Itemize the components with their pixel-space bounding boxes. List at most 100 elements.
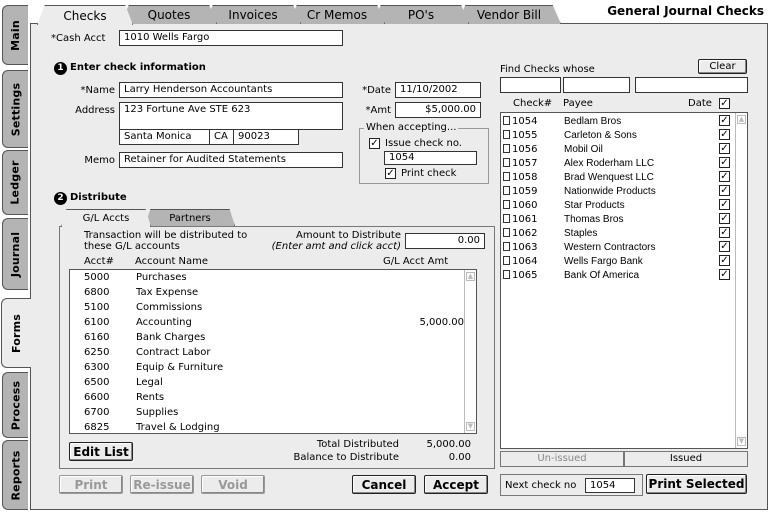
print-selected-button[interactable]: Print Selected [646,474,747,494]
document-icon [503,242,510,251]
tab-checks[interactable]: Checks [37,5,133,25]
table-row[interactable]: 6160 Bank Charges [70,330,476,345]
issue-check-checkbox[interactable]: ✓ [369,138,380,149]
date-header-checkbox[interactable]: ✓ [719,98,730,109]
accept-button[interactable]: Accept [424,475,488,494]
tab-po-s[interactable]: PO's [373,5,469,24]
clear-button[interactable]: Clear [698,59,747,74]
list-item[interactable]: 1058 Brad Wenquest LLC ✓ [501,170,747,185]
checks-scrollbar[interactable]: ▲ ▼ [735,113,747,448]
table-row[interactable]: 6500 Legal [70,375,476,390]
issued-checkbox[interactable]: ✓ [719,129,730,140]
memo-field[interactable]: Retainer for Audited Statements [119,152,343,168]
scroll-up-icon[interactable]: ▲ [466,272,475,281]
scroll-up-icon[interactable]: ▲ [737,115,746,124]
document-icon [503,158,510,167]
edit-list-button[interactable]: Edit List [69,442,133,461]
next-check-field[interactable]: 1054 [585,478,635,493]
table-row[interactable]: 6100 Accounting 5,000.00 [70,315,476,330]
side-tab-ledger[interactable]: Ledger [2,150,28,215]
issue-check-number-field[interactable]: 1054 [384,151,477,165]
issued-checkbox[interactable]: ✓ [719,241,730,252]
list-item[interactable]: 1059 Nationwide Products ✓ [501,184,747,199]
acct-number: 5100 [84,302,110,313]
issued-checkbox[interactable]: ✓ [719,115,730,126]
table-row[interactable]: 6250 Contract Labor [70,345,476,360]
gl-scrollbar[interactable]: ▲ ▼ [464,270,476,433]
check-number-text: 1060 [512,200,538,211]
account-name: Contract Labor [136,347,211,358]
side-tab-forms[interactable]: Forms [1,298,31,368]
issued-checkbox[interactable]: ✓ [719,157,730,168]
find-date-field[interactable] [635,77,748,93]
date-label: *Date [362,85,391,96]
acct-amount: 5,000.00 [419,317,464,328]
print-check-checkbox[interactable]: ✓ [385,168,396,179]
table-row[interactable]: 6600 Rents [70,390,476,405]
check-number: 1060 [503,200,537,211]
list-item[interactable]: 1065 Bank Of America ✓ [501,268,747,283]
find-payee-field[interactable] [563,77,630,93]
table-row[interactable]: 6300 Equip & Furniture [70,360,476,375]
side-tab-reports[interactable]: Reports [2,440,28,510]
check-number-text: 1054 [512,116,538,127]
side-tab-process[interactable]: Process [2,372,28,438]
date-field[interactable]: 11/10/2002 [395,82,481,98]
cash-acct-field[interactable]: 1010 Wells Fargo [119,30,343,46]
side-tab-settings[interactable]: Settings [2,70,28,148]
address-field[interactable]: 123 Fortune Ave STE 623 [119,102,343,130]
acct-number: 6800 [84,287,110,298]
tab-gl-accts[interactable]: G/L Accts [61,209,151,227]
checks-list[interactable]: 1054 Bedlam Bros ✓ 1055 Carleton & Sons ✓ 1056… [500,112,748,449]
table-row[interactable]: 5000 Purchases [70,270,476,285]
issued-checkbox[interactable]: ✓ [719,171,730,182]
unissued-toggle[interactable]: Un-issued [500,451,624,467]
tab-cr-memos[interactable]: Cr Memos [289,5,385,24]
list-item[interactable]: 1054 Bedlam Bros ✓ [501,114,747,129]
gl-accounts-list[interactable]: 5000 Purchases 6800 Tax Expense 5100 Commissi… [69,269,477,434]
cancel-button[interactable]: Cancel [352,475,416,494]
issued-checkbox[interactable]: ✓ [719,199,730,210]
find-check-field[interactable] [500,77,561,93]
amt-field[interactable]: $5,000.00 [395,102,481,118]
tab-label: Quotes [147,8,191,22]
void-button[interactable]: Void [201,475,265,494]
table-row[interactable]: 6700 Supplies [70,405,476,420]
issued-toggle[interactable]: Issued [624,451,748,467]
city-field[interactable]: Santa Monica [119,129,210,145]
table-row[interactable]: 6800 Tax Expense [70,285,476,300]
table-row[interactable]: 5100 Commissions [70,300,476,315]
state-field[interactable]: CA [209,129,234,145]
list-item[interactable]: 1060 Star Products ✓ [501,198,747,213]
reissue-button[interactable]: Re-issue [130,475,194,494]
issued-checkbox[interactable]: ✓ [719,185,730,196]
tab-label: Invoices [228,8,278,22]
issued-checkbox[interactable]: ✓ [719,227,730,238]
side-tab-journal[interactable]: Journal [2,218,28,290]
table-row[interactable]: 6825 Travel & Lodging [70,420,476,435]
list-item[interactable]: 1062 Staples ✓ [501,226,747,241]
scroll-down-icon[interactable]: ▼ [737,437,746,446]
issued-checkbox[interactable]: ✓ [719,269,730,280]
list-item[interactable]: 1064 Wells Fargo Bank ✓ [501,254,747,269]
scroll-down-icon[interactable]: ▼ [466,422,475,431]
tab-quotes[interactable]: Quotes [121,5,217,24]
print-button[interactable]: Print [59,475,123,494]
list-item[interactable]: 1061 Thomas Bros ✓ [501,212,747,227]
list-item[interactable]: 1056 Mobil Oil ✓ [501,142,747,157]
issued-checkbox[interactable]: ✓ [719,143,730,154]
zip-field[interactable]: 90023 [233,129,299,145]
list-item[interactable]: 1063 Western Contractors ✓ [501,240,747,255]
account-name: Bank Charges [136,332,206,343]
tab-partners[interactable]: Partners [145,209,235,226]
tab-vendor-bill[interactable]: Vendor Bill [457,5,561,24]
amt-dist-field[interactable]: 0.00 [405,233,485,249]
side-tab-main[interactable]: Main [2,5,28,65]
check-number-text: 1055 [512,130,538,141]
name-field[interactable]: Larry Henderson Accountants [119,82,343,98]
tab-invoices[interactable]: Invoices [205,5,301,24]
issued-checkbox[interactable]: ✓ [719,213,730,224]
issued-checkbox[interactable]: ✓ [719,255,730,266]
list-item[interactable]: 1057 Alex Roderham LLC ✓ [501,156,747,171]
list-item[interactable]: 1055 Carleton & Sons ✓ [501,128,747,143]
